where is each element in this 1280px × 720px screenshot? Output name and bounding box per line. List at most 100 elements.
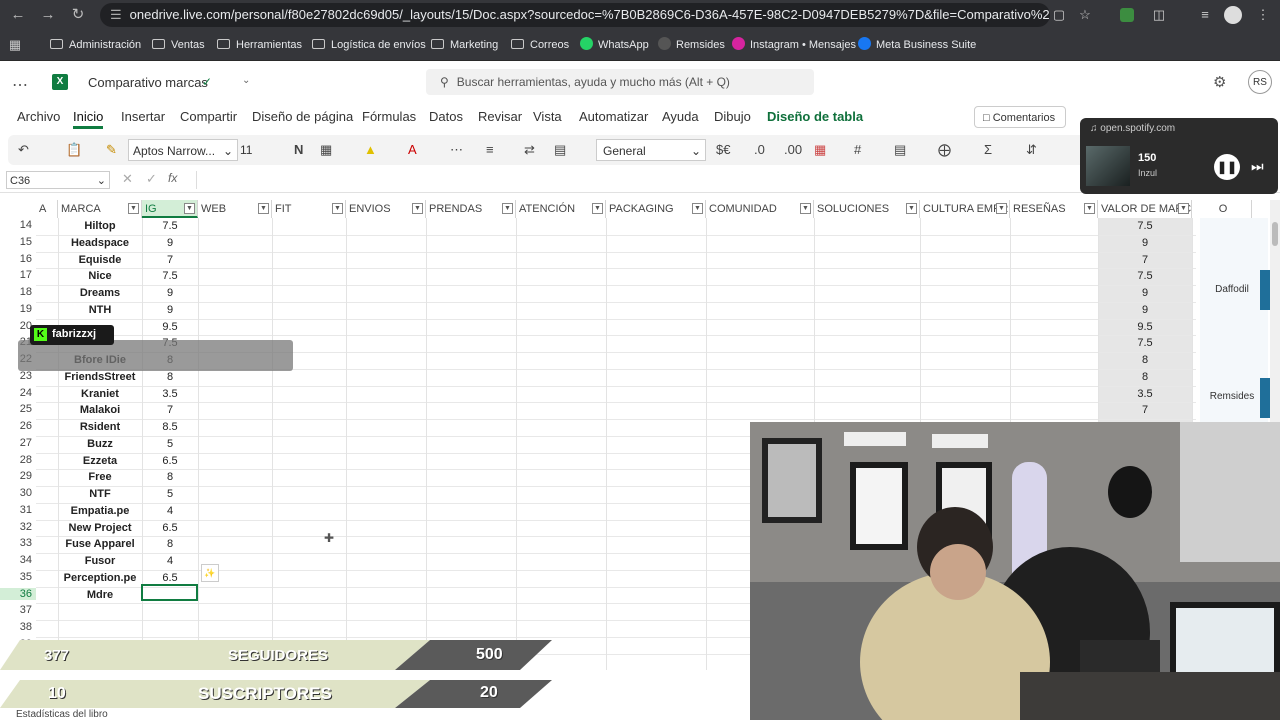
ig-cell[interactable] <box>142 603 198 619</box>
ig-cell[interactable]: 9.5 <box>142 319 198 335</box>
row-number[interactable]: 36 <box>0 587 36 600</box>
site-info-icon[interactable]: ☰ <box>110 7 122 22</box>
marca-cell[interactable]: Empatia.pe <box>58 503 142 519</box>
column-header-valor[interactable]: VALOR DE MARC ▼ <box>1098 200 1192 218</box>
filter-dropdown-icon[interactable]: ▼ <box>332 203 343 214</box>
row-number[interactable]: 30 <box>0 487 36 499</box>
marca-cell[interactable]: Dreams <box>58 285 142 301</box>
filter-dropdown-icon[interactable]: ▼ <box>692 203 703 214</box>
bookmark-correos[interactable]: Correos <box>511 36 569 54</box>
marca-cell[interactable]: Buzz <box>58 436 142 452</box>
marca-cell[interactable]: Kraniet <box>58 386 142 402</box>
font-name-select[interactable]: Aptos Narrow... ⌄ <box>128 139 238 161</box>
filter-dropdown-icon[interactable]: ▼ <box>258 203 269 214</box>
row-number[interactable]: 37 <box>0 604 36 616</box>
back-icon[interactable]: ← <box>8 5 28 25</box>
cancel-icon[interactable]: ✕ <box>122 171 133 187</box>
marca-cell[interactable]: Nice <box>58 268 142 284</box>
merge-icon[interactable]: ▤ <box>554 141 566 159</box>
forward-icon[interactable]: → <box>38 5 58 25</box>
valor-cell[interactable]: 8 <box>1098 352 1192 368</box>
column-header-cultura[interactable]: CULTURA EMPR ▼ <box>920 200 1010 218</box>
align-icon[interactable]: ≡ <box>486 141 494 159</box>
marca-cell[interactable]: NTF <box>58 486 142 502</box>
column-header-prendas[interactable]: PRENDAS ▼ <box>426 200 516 218</box>
column-header-atencion[interactable]: ATENCIÓN ▼ <box>516 200 606 218</box>
bold-icon[interactable]: N <box>294 141 303 159</box>
user-avatar[interactable]: RS <box>1248 70 1272 94</box>
font-size-select[interactable]: 11 <box>240 139 270 161</box>
clipboard-icon[interactable]: 📋 <box>66 141 82 159</box>
filter-dropdown-icon[interactable]: ▼ <box>1178 203 1189 214</box>
row-number[interactable]: 23 <box>0 370 36 382</box>
tab-formulas[interactable]: Fórmulas <box>362 109 416 124</box>
column-header-comunidad[interactable]: COMUNIDAD ▼ <box>706 200 814 218</box>
column-header-packaging[interactable]: PACKAGING ▼ <box>606 200 706 218</box>
row-number[interactable]: 34 <box>0 554 36 566</box>
number-format-select[interactable]: General ⌄ <box>596 139 706 161</box>
marca-cell[interactable]: Hiltop <box>58 218 142 234</box>
column-header-a[interactable]: A <box>36 200 58 218</box>
conditional-format-icon[interactable]: ▦ <box>814 141 826 159</box>
tab-ayuda[interactable]: Ayuda <box>662 109 699 124</box>
file-name[interactable]: Comparativo marcas <box>88 75 208 90</box>
valor-cell[interactable]: 9 <box>1098 235 1192 251</box>
decimal-icon[interactable]: .0 <box>754 141 765 159</box>
selected-cell[interactable] <box>141 584 198 601</box>
tab-dibujo[interactable]: Dibujo <box>714 109 751 124</box>
bookmark-logistica[interactable]: Logística de envíos <box>312 36 426 54</box>
marca-cell[interactable] <box>58 603 142 619</box>
valor-cell[interactable]: 7.5 <box>1098 335 1192 351</box>
insert-icon[interactable]: ⨁ <box>938 141 951 159</box>
formula-input[interactable] <box>196 171 1077 189</box>
scrollbar-thumb[interactable] <box>1272 222 1278 246</box>
filter-dropdown-icon[interactable]: ▼ <box>996 203 1007 214</box>
row-number[interactable]: 35 <box>0 571 36 583</box>
puzzle-icon[interactable]: ◫ <box>1150 6 1168 24</box>
column-header-marca[interactable]: MARCA ▼ <box>58 200 142 218</box>
filter-dropdown-icon[interactable]: ▼ <box>1084 203 1095 214</box>
valor-cell[interactable]: 7.5 <box>1098 268 1192 284</box>
currency-icon[interactable]: $€ <box>716 141 730 159</box>
screenshot-icon[interactable]: ▢ <box>1050 6 1068 24</box>
valor-cell[interactable]: 8 <box>1098 369 1192 385</box>
marca-cell[interactable]: Fuse Apparel <box>58 536 142 552</box>
tab-vista[interactable]: Vista <box>533 109 562 124</box>
bookmark-administracion[interactable]: Administración <box>50 36 141 54</box>
menu-dots-icon[interactable]: ⋮ <box>1254 6 1272 24</box>
filter-dropdown-icon[interactable]: ▼ <box>906 203 917 214</box>
bookmark-herramientas[interactable]: Herramientas <box>217 36 302 54</box>
tab-compartir[interactable]: Compartir <box>180 109 237 124</box>
column-header-fit[interactable]: FIT ▼ <box>272 200 346 218</box>
row-number[interactable]: 28 <box>0 454 36 466</box>
marca-cell[interactable]: Free <box>58 469 142 485</box>
fill-color-icon[interactable]: ▲ <box>364 141 377 159</box>
cell-styles-icon[interactable]: ▤ <box>894 141 906 159</box>
marca-cell[interactable]: NTH <box>58 302 142 318</box>
row-number[interactable]: 24 <box>0 387 36 399</box>
tab-diseno-tabla[interactable]: Diseño de tabla <box>767 109 863 124</box>
decimal-decrease-icon[interactable]: .00 <box>784 141 802 159</box>
wrap-text-icon[interactable]: ⇄ <box>524 141 535 159</box>
tab-diseno-pagina[interactable]: Diseño de página <box>252 109 353 124</box>
search-input[interactable]: ⚲ Buscar herramientas, ayuda y mucho más … <box>426 69 814 95</box>
filter-dropdown-icon[interactable]: ▼ <box>412 203 423 214</box>
marca-cell[interactable] <box>58 620 142 636</box>
valor-cell[interactable]: 7 <box>1098 252 1192 268</box>
bookmark-marketing[interactable]: Marketing <box>431 36 498 54</box>
ig-cell[interactable]: 5 <box>142 436 198 452</box>
marca-cell[interactable]: Malakoi <box>58 402 142 418</box>
ig-cell[interactable]: 7 <box>142 252 198 268</box>
tab-archivo[interactable]: Archivo <box>17 109 60 124</box>
undo-icon[interactable]: ↶ <box>18 141 29 159</box>
format-painter-icon[interactable]: ✎ <box>106 141 117 159</box>
ig-cell[interactable]: 5 <box>142 486 198 502</box>
bookmark-whatsapp[interactable]: WhatsApp <box>580 36 649 54</box>
tab-insertar[interactable]: Insertar <box>121 109 165 124</box>
row-number[interactable]: 33 <box>0 537 36 549</box>
row-number[interactable]: 38 <box>0 621 36 633</box>
bookmark-instagram[interactable]: Instagram • Mensajes <box>732 36 856 54</box>
bookmark-meta[interactable]: Meta Business Suite <box>858 36 976 54</box>
ig-cell[interactable]: 7.5 <box>142 268 198 284</box>
row-number[interactable]: 18 <box>0 286 36 298</box>
